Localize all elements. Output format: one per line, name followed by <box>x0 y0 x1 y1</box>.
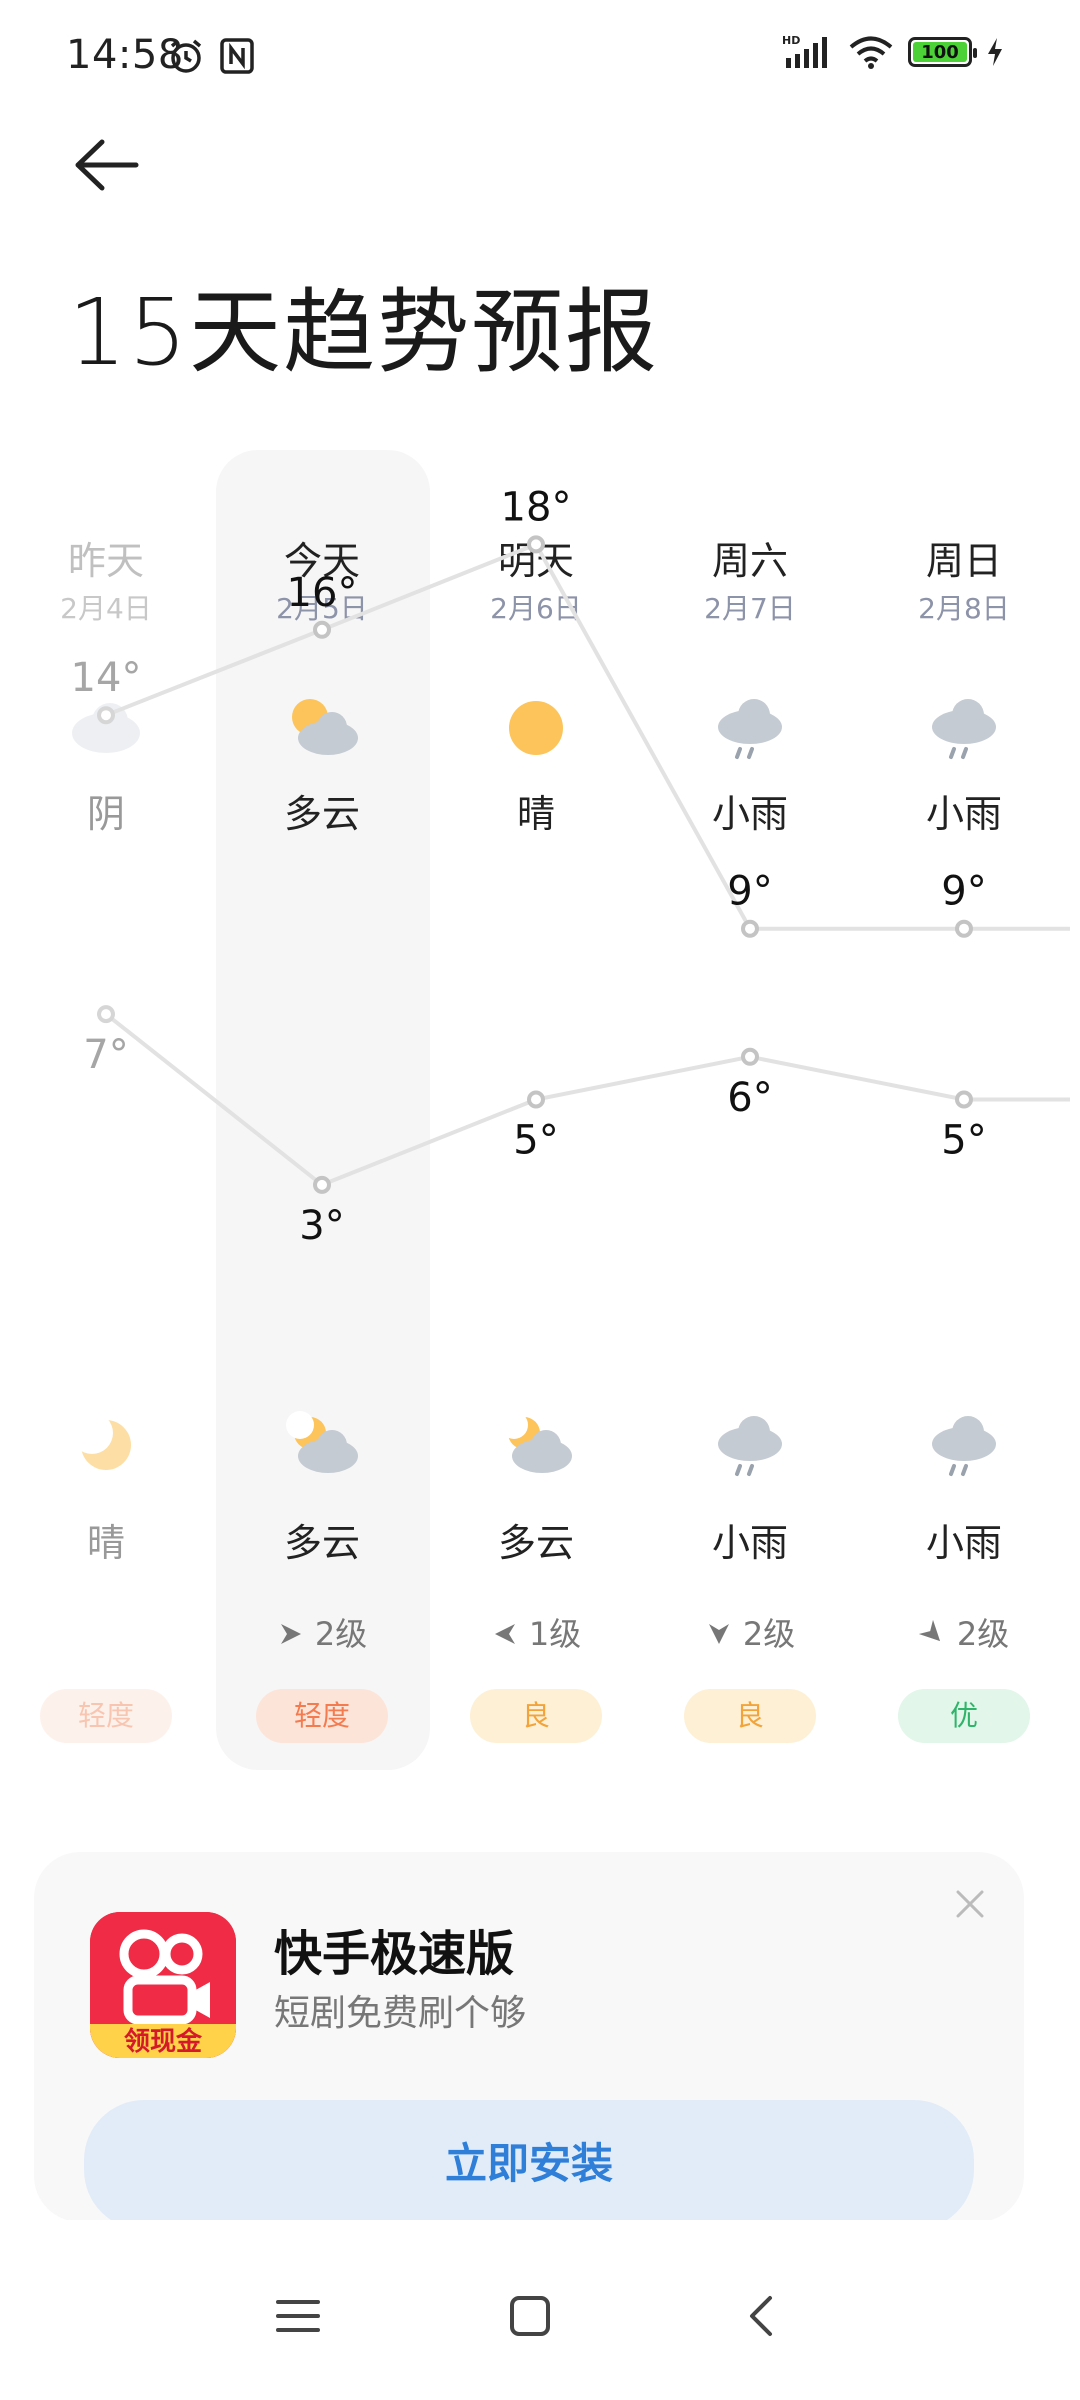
navigation-bar <box>0 2220 1080 2400</box>
high-temp-line <box>105 541 1070 931</box>
back-nav-icon[interactable] <box>722 2276 802 2356</box>
high-temp-point <box>527 535 545 554</box>
high-temp-point <box>741 919 759 938</box>
high-temp-point <box>97 706 115 725</box>
low-temp-point <box>527 1090 545 1109</box>
low-temp-label: 6° <box>727 1075 772 1121</box>
high-temp-point <box>955 919 973 938</box>
close-icon[interactable] <box>946 1880 994 1928</box>
high-temp-label: 9° <box>941 869 986 915</box>
low-temp-point <box>97 1005 115 1024</box>
low-temp-label: 3° <box>299 1203 344 1249</box>
install-button[interactable]: 立即安装 <box>84 2100 974 2222</box>
high-temp-point <box>313 620 331 639</box>
menu-icon[interactable] <box>258 2276 338 2356</box>
home-icon[interactable] <box>490 2276 570 2356</box>
high-temp-label: 14° <box>71 655 142 701</box>
high-temp-label: 9° <box>727 869 772 915</box>
low-temp-point <box>741 1047 759 1066</box>
low-temp-label: 5° <box>941 1118 986 1164</box>
low-temp-label: 5° <box>513 1118 558 1164</box>
low-temp-point <box>313 1175 331 1194</box>
ad-subtitle: 短剧免费刷个够 <box>274 1993 527 2034</box>
low-temp-line <box>104 1012 1070 1188</box>
ad-icon-badge: 领现金 <box>124 2026 203 2057</box>
high-temp-label: 18° <box>501 484 572 530</box>
kuaishou-app-icon: 领现金 <box>90 1912 236 2058</box>
low-temp-point <box>955 1090 973 1109</box>
low-temp-label: 7° <box>83 1032 128 1078</box>
ad-card[interactable]: 领现金 快手极速版 短剧免费刷个够 立即安装 <box>34 1852 1024 2222</box>
high-temp-label: 16° <box>287 570 358 616</box>
ad-app-name: 快手极速版 <box>274 1926 515 1982</box>
